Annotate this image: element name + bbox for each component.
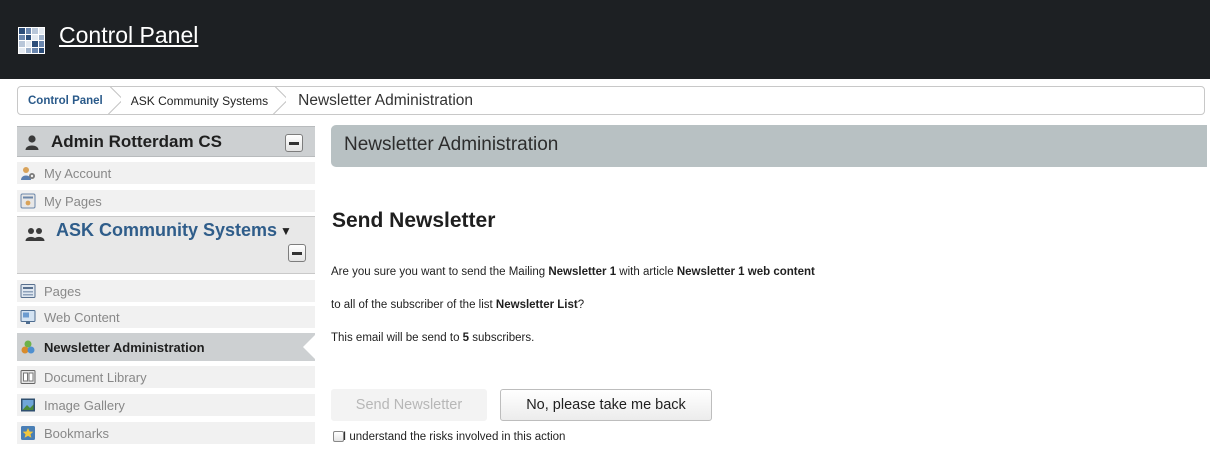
confirmation-line-list: to all of the subscriber of the list New… <box>331 299 584 311</box>
understand-risks-label[interactable]: I understand the risks involved in this … <box>343 431 565 443</box>
user-name: Admin Rotterdam CS <box>51 132 222 151</box>
text-fragment: ? <box>577 299 585 311</box>
breadcrumb-label: Newsletter Administration <box>298 91 474 109</box>
mailing-name: Newsletter 1 <box>548 266 617 278</box>
sidebar-item-label: Web Content <box>44 309 120 325</box>
sidebar: Admin Rotterdam CS My Account My Pages A… <box>17 126 317 449</box>
sidebar-item-label: Newsletter Administration <box>44 339 205 355</box>
chevron-down-icon[interactable]: ▼ <box>280 224 292 238</box>
breadcrumb-separator <box>108 87 121 114</box>
community-icon <box>25 228 45 241</box>
breadcrumb-ask-community-systems[interactable]: ASK Community Systems <box>121 87 286 114</box>
my-pages-icon <box>20 193 36 209</box>
control-panel-logo-icon[interactable] <box>18 27 45 54</box>
text-fragment: Are you sure you want to send the Mailin… <box>331 266 549 278</box>
text-fragment: to all of the subscriber of the list <box>331 299 496 311</box>
top-bar: Control Panel <box>0 0 1210 79</box>
text-fragment: with article <box>616 266 677 278</box>
collapse-user-panel-button[interactable] <box>285 134 303 152</box>
bookmarks-icon <box>20 425 36 441</box>
article-name: Newsletter 1 web content <box>676 266 815 278</box>
sidebar-item-label: Image Gallery <box>44 397 125 413</box>
sidebar-item-my-pages[interactable]: My Pages <box>17 190 315 212</box>
sidebar-item-image-gallery[interactable]: Image Gallery <box>17 394 315 416</box>
image-gallery-icon <box>20 397 36 413</box>
site-selector[interactable]: ASK Community Systems <box>56 220 277 241</box>
web-content-icon <box>20 309 36 325</box>
user-icon <box>25 135 39 150</box>
sidebar-item-document-library[interactable]: Document Library <box>17 366 315 388</box>
breadcrumb-label: Control Panel <box>28 94 103 107</box>
breadcrumb-label: ASK Community Systems <box>130 93 269 108</box>
confirmation-line-count: This email will be send to 5 subscribers… <box>331 332 534 344</box>
breadcrumb-newsletter-administration: Newsletter Administration <box>286 87 491 114</box>
take-me-back-button[interactable]: No, please take me back <box>500 389 712 421</box>
send-newsletter-button[interactable]: Send Newsletter <box>331 389 487 421</box>
sidebar-item-newsletter-administration[interactable]: Newsletter Administration <box>17 333 317 361</box>
my-account-icon <box>20 165 36 181</box>
sidebar-item-label: Bookmarks <box>44 425 110 441</box>
sidebar-item-label: Pages <box>44 283 81 299</box>
sidebar-item-my-account[interactable]: My Account <box>17 162 315 184</box>
sidebar-item-label: My Pages <box>44 193 102 209</box>
text-fragment: subscribers. <box>469 332 535 344</box>
page-title: Send Newsletter <box>332 209 496 232</box>
newsletter-icon <box>20 339 36 355</box>
sidebar-item-label: Document Library <box>44 369 147 385</box>
list-name: Newsletter List <box>495 299 578 311</box>
confirmation-line-mailing: Are you sure you want to send the Mailin… <box>331 266 815 278</box>
collapse-site-panel-button[interactable] <box>288 244 306 262</box>
user-panel-header: Admin Rotterdam CS <box>17 126 315 157</box>
text-fragment: This email will be send to <box>331 332 463 344</box>
site-panel-header: ASK Community Systems ▼ <box>17 216 315 274</box>
breadcrumb: Control Panel ASK Community Systems News… <box>17 86 1205 115</box>
sidebar-item-label: My Account <box>44 165 112 181</box>
sidebar-item-web-content[interactable]: Web Content <box>17 306 315 328</box>
breadcrumb-separator <box>273 87 286 114</box>
portlet-title: Newsletter Administration <box>344 134 559 155</box>
control-panel-title-link[interactable]: Control Panel <box>59 22 198 49</box>
pages-icon <box>20 283 36 299</box>
document-library-icon <box>20 369 36 385</box>
sidebar-item-bookmarks[interactable]: Bookmarks <box>17 422 315 444</box>
sidebar-item-pages[interactable]: Pages <box>17 280 315 302</box>
portlet-header: Newsletter Administration <box>331 125 1207 167</box>
breadcrumb-control-panel[interactable]: Control Panel <box>18 87 121 114</box>
active-indicator-arrow <box>303 333 317 361</box>
